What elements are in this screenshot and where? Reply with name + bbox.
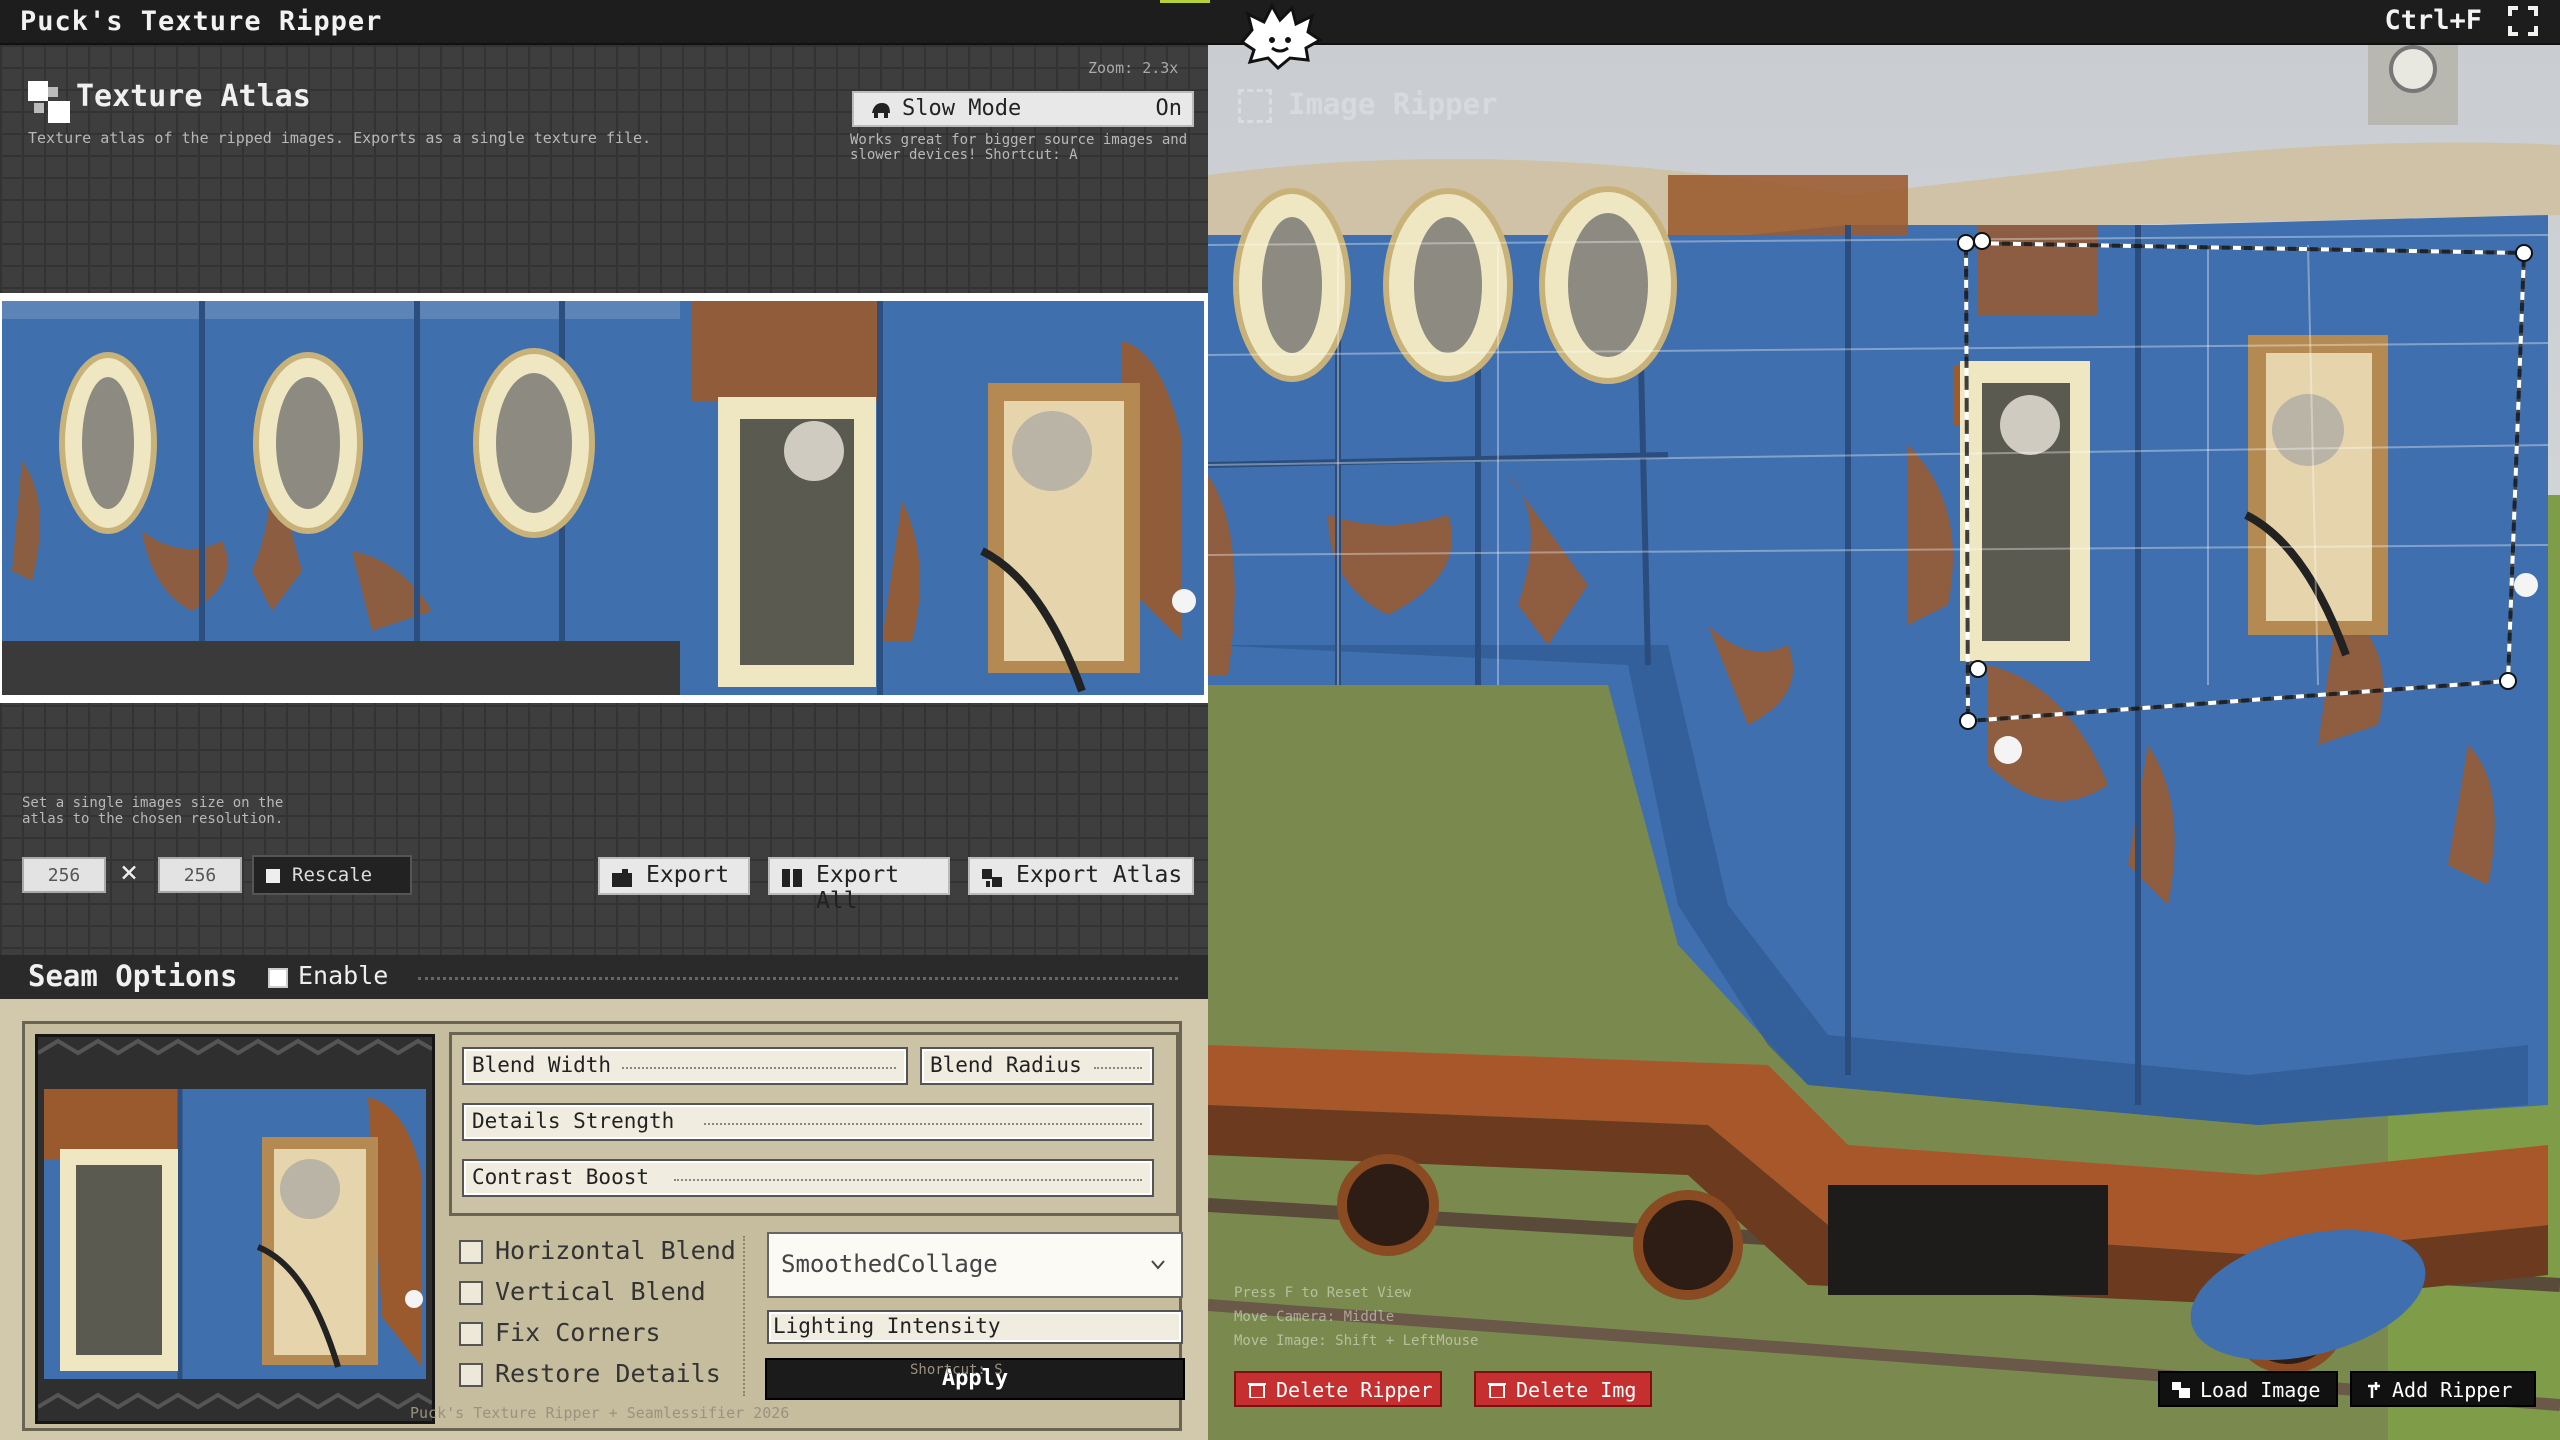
contrast-boost-slider[interactable]: Contrast Boost [462, 1159, 1154, 1197]
atlas-preview-canvas[interactable] [0, 293, 1208, 703]
seam-options-title: Seam Options [28, 959, 238, 993]
export-button[interactable]: Export [598, 857, 750, 895]
contrast-boost-label: Contrast Boost [472, 1165, 650, 1189]
details-strength-slider[interactable]: Details Strength [462, 1103, 1154, 1141]
header-divider [418, 977, 1178, 980]
blend-radius-label: Blend Radius [930, 1053, 1082, 1077]
atlas-image [2, 301, 1204, 695]
seam-enable-checkbox[interactable] [268, 968, 288, 988]
lighting-intensity-label: Lighting Intensity [773, 1314, 1001, 1338]
seam-slider-group: Blend Width Blend Radius Details Strengt… [449, 1032, 1179, 1216]
zoom-value: 2.3x [1142, 59, 1179, 77]
lighting-intensity-slider[interactable]: Lighting Intensity [767, 1310, 1183, 1344]
chevron-down-icon [1151, 1260, 1165, 1270]
checkbox-box [459, 1240, 483, 1264]
zoom-label: Zoom: [1088, 59, 1134, 77]
seam-options-body: Blend Width Blend Radius Details Strengt… [0, 999, 1208, 1440]
checkbox-box [459, 1363, 483, 1387]
image-icon [2172, 1382, 2190, 1398]
fullscreen-icon[interactable] [2508, 6, 2538, 36]
rescale-height-input[interactable] [158, 857, 242, 893]
fullscreen-shortcut-label: Ctrl+F [2384, 5, 2482, 36]
slider-track [704, 1123, 1142, 1125]
rescale-description: Set a single images size on the atlas to… [22, 795, 284, 827]
add-ripper-icon [2368, 1382, 2380, 1398]
add-ripper-button[interactable]: Add Ripper [2350, 1371, 2536, 1407]
vertical-divider [743, 1236, 745, 1396]
delete-img-button[interactable]: Delete Img [1474, 1371, 1652, 1407]
seam-options-header: Seam Options Enable [0, 955, 1208, 999]
delete-ripper-button[interactable]: Delete Ripper [1234, 1371, 1442, 1407]
accent-line [1160, 0, 1210, 3]
slow-mode-description: Works great for bigger source images and… [850, 132, 1188, 163]
viewer-hints: Press F to Reset View Move Camera: Middl… [1234, 1281, 1478, 1353]
export-atlas-label: Export Atlas [1016, 862, 1183, 888]
export-atlas-icon [982, 869, 1002, 887]
delete-ripper-label: Delete Ripper [1276, 1378, 1433, 1402]
hint-move-image: Move Image: Shift + LeftMouse [1234, 1333, 1479, 1349]
seam-preview-image [38, 1037, 432, 1421]
restore-details-label: Restore Details [495, 1359, 721, 1388]
hint-reset-view: Press F to Reset View [1234, 1285, 1412, 1301]
trash-icon [1248, 1383, 1266, 1398]
export-label: Export [646, 862, 730, 888]
checkbox-icon [266, 869, 280, 883]
image-ripper-title: Image Ripper [1288, 87, 1498, 121]
atlas-icon [28, 81, 70, 123]
delete-img-label: Delete Img [1516, 1378, 1637, 1402]
source-image [1208, 45, 2560, 1440]
times-icon: × [120, 855, 139, 890]
rescale-label: Rescale [292, 864, 373, 886]
blend-radius-slider[interactable]: Blend Radius [920, 1047, 1154, 1085]
slow-mode-toggle[interactable]: Slow Mode On [852, 91, 1194, 127]
blend-mode-value: SmoothedCollage [781, 1250, 998, 1278]
trash-icon [1488, 1383, 1506, 1398]
details-strength-label: Details Strength [472, 1109, 675, 1133]
slow-mode-state: On [1155, 96, 1183, 121]
left-panel: Texture Atlas Texture atlas of the rippe… [0, 45, 1208, 1440]
blend-width-label: Blend Width [472, 1053, 612, 1077]
seam-options-frame: Blend Width Blend Radius Details Strengt… [22, 1021, 1185, 1431]
export-all-icon [782, 869, 802, 887]
slider-track [1094, 1067, 1142, 1069]
slider-track [674, 1179, 1142, 1181]
turtle-icon [872, 103, 890, 118]
puck-logo-icon [1239, 2, 1323, 71]
checkbox-box [459, 1322, 483, 1346]
apply-shortcut-hint: Shortcut: S [910, 1362, 1003, 1378]
export-all-button[interactable]: Export All [768, 857, 950, 914]
seam-enable-label: Enable [298, 961, 389, 990]
rescale-button[interactable]: Rescale [252, 855, 412, 895]
load-image-button[interactable]: Load Image [2158, 1371, 2338, 1407]
seam-preview-canvas[interactable] [35, 1034, 435, 1424]
fix-corners-label: Fix Corners [495, 1318, 661, 1347]
export-all-label: Export All [816, 862, 900, 914]
add-ripper-label: Add Ripper [2392, 1378, 2513, 1402]
hint-move-camera: Move Camera: Middle [1234, 1309, 1395, 1325]
atlas-title: Texture Atlas [76, 79, 311, 114]
load-image-label: Load Image [2200, 1378, 2321, 1402]
ripper-ghost-icon [1238, 89, 1272, 123]
image-viewer[interactable]: Image Ripper Press F to Reset View Move … [1208, 45, 2560, 1440]
blend-width-slider[interactable]: Blend Width [462, 1047, 908, 1085]
horizontal-blend-label: Horizontal Blend [495, 1236, 736, 1265]
footer-credit: Puck's Texture Ripper + Seamlessifier 20… [410, 1404, 790, 1422]
blend-mode-select[interactable]: SmoothedCollage [767, 1232, 1183, 1298]
rescale-width-input[interactable] [22, 857, 106, 893]
slow-mode-label: Slow Mode [902, 96, 1022, 121]
vertical-blend-label: Vertical Blend [495, 1277, 706, 1306]
export-icon [612, 869, 632, 887]
atlas-description: Texture atlas of the ripped images. Expo… [28, 129, 652, 147]
export-atlas-button[interactable]: Export Atlas [968, 857, 1194, 895]
checkbox-box [459, 1281, 483, 1305]
app-title: Puck's Texture Ripper [20, 6, 383, 37]
zoom-readout: Zoom: 2.3x [1088, 59, 1178, 77]
slider-track [622, 1067, 896, 1069]
